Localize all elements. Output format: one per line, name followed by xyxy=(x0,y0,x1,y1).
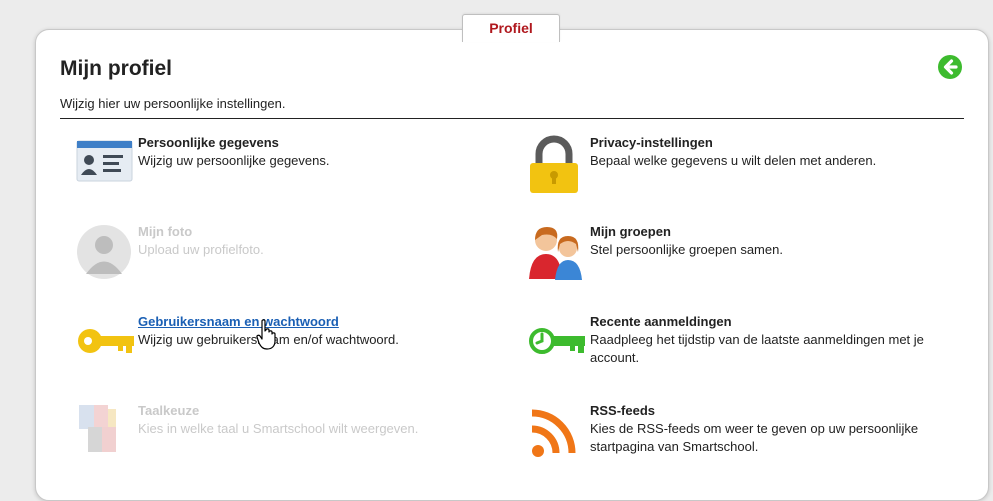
key-icon xyxy=(76,314,136,374)
rss-icon xyxy=(528,403,588,463)
item-mijn-foto: Mijn foto Upload uw profielfoto. xyxy=(76,224,496,294)
header-divider xyxy=(60,118,964,119)
item-mijn-groepen[interactable]: Mijn groepen Stel persoonlijke groepen s… xyxy=(528,224,948,294)
item-title[interactable]: Persoonlijke gegevens xyxy=(138,135,496,151)
item-title[interactable]: Mijn groepen xyxy=(590,224,948,240)
item-description: Raadpleeg het tijdstip van de laatste aa… xyxy=(590,332,924,365)
item-recente-aanmeldingen[interactable]: Recente aanmeldingen Raadpleeg het tijds… xyxy=(528,314,948,384)
clock-key-icon xyxy=(528,314,588,374)
item-gebruikersnaam-wachtwoord[interactable]: Gebruikersnaam en wachtwoord Wijzig uw g… xyxy=(76,314,496,384)
item-title[interactable]: Recente aanmeldingen xyxy=(590,314,948,330)
profile-photo-icon xyxy=(76,224,136,284)
page-title: Mijn profiel xyxy=(60,57,172,80)
item-title: Taalkeuze xyxy=(138,403,200,418)
group-people-icon xyxy=(528,224,588,284)
page-subtitle: Wijzig hier uw persoonlijke instellingen… xyxy=(60,96,286,111)
language-flags-icon xyxy=(76,403,136,463)
padlock-icon xyxy=(528,135,588,195)
item-description: Upload uw profielfoto. xyxy=(138,242,264,257)
back-arrow-icon[interactable] xyxy=(938,55,962,79)
id-card-icon xyxy=(76,135,136,195)
item-privacy-instellingen[interactable]: Privacy-instellingen Bepaal welke gegeve… xyxy=(528,135,948,205)
item-rss-feeds[interactable]: RSS-feeds Kies de RSS-feeds om weer te g… xyxy=(528,403,948,473)
item-title[interactable]: Privacy-instellingen xyxy=(590,135,948,151)
item-taalkeuze: Taalkeuze Kies in welke taal u Smartscho… xyxy=(76,403,496,473)
tab-label: Profiel xyxy=(489,20,533,36)
item-title[interactable]: RSS-feeds xyxy=(590,403,948,419)
item-persoonlijke-gegevens[interactable]: Persoonlijke gegevens Wijzig uw persoonl… xyxy=(76,135,496,205)
item-description: Stel persoonlijke groepen samen. xyxy=(590,242,783,257)
tab-profiel[interactable]: Profiel xyxy=(462,14,560,42)
item-description: Wijzig uw persoonlijke gegevens. xyxy=(138,153,330,168)
hand-cursor-icon xyxy=(256,319,278,351)
item-description: Wijzig uw gebruikersnaam en/of wachtwoor… xyxy=(138,332,399,347)
item-description: Kies de RSS-feeds om weer te geven op uw… xyxy=(590,421,919,454)
item-title-link[interactable]: Gebruikersnaam en wachtwoord xyxy=(138,314,496,330)
item-description: Bepaal welke gegevens u wilt delen met a… xyxy=(590,153,877,168)
profile-panel: Mijn profiel Wijzig hier uw persoonlijke… xyxy=(35,29,989,501)
item-description: Kies in welke taal u Smartschool wilt we… xyxy=(138,421,419,436)
item-title: Mijn foto xyxy=(138,224,193,239)
